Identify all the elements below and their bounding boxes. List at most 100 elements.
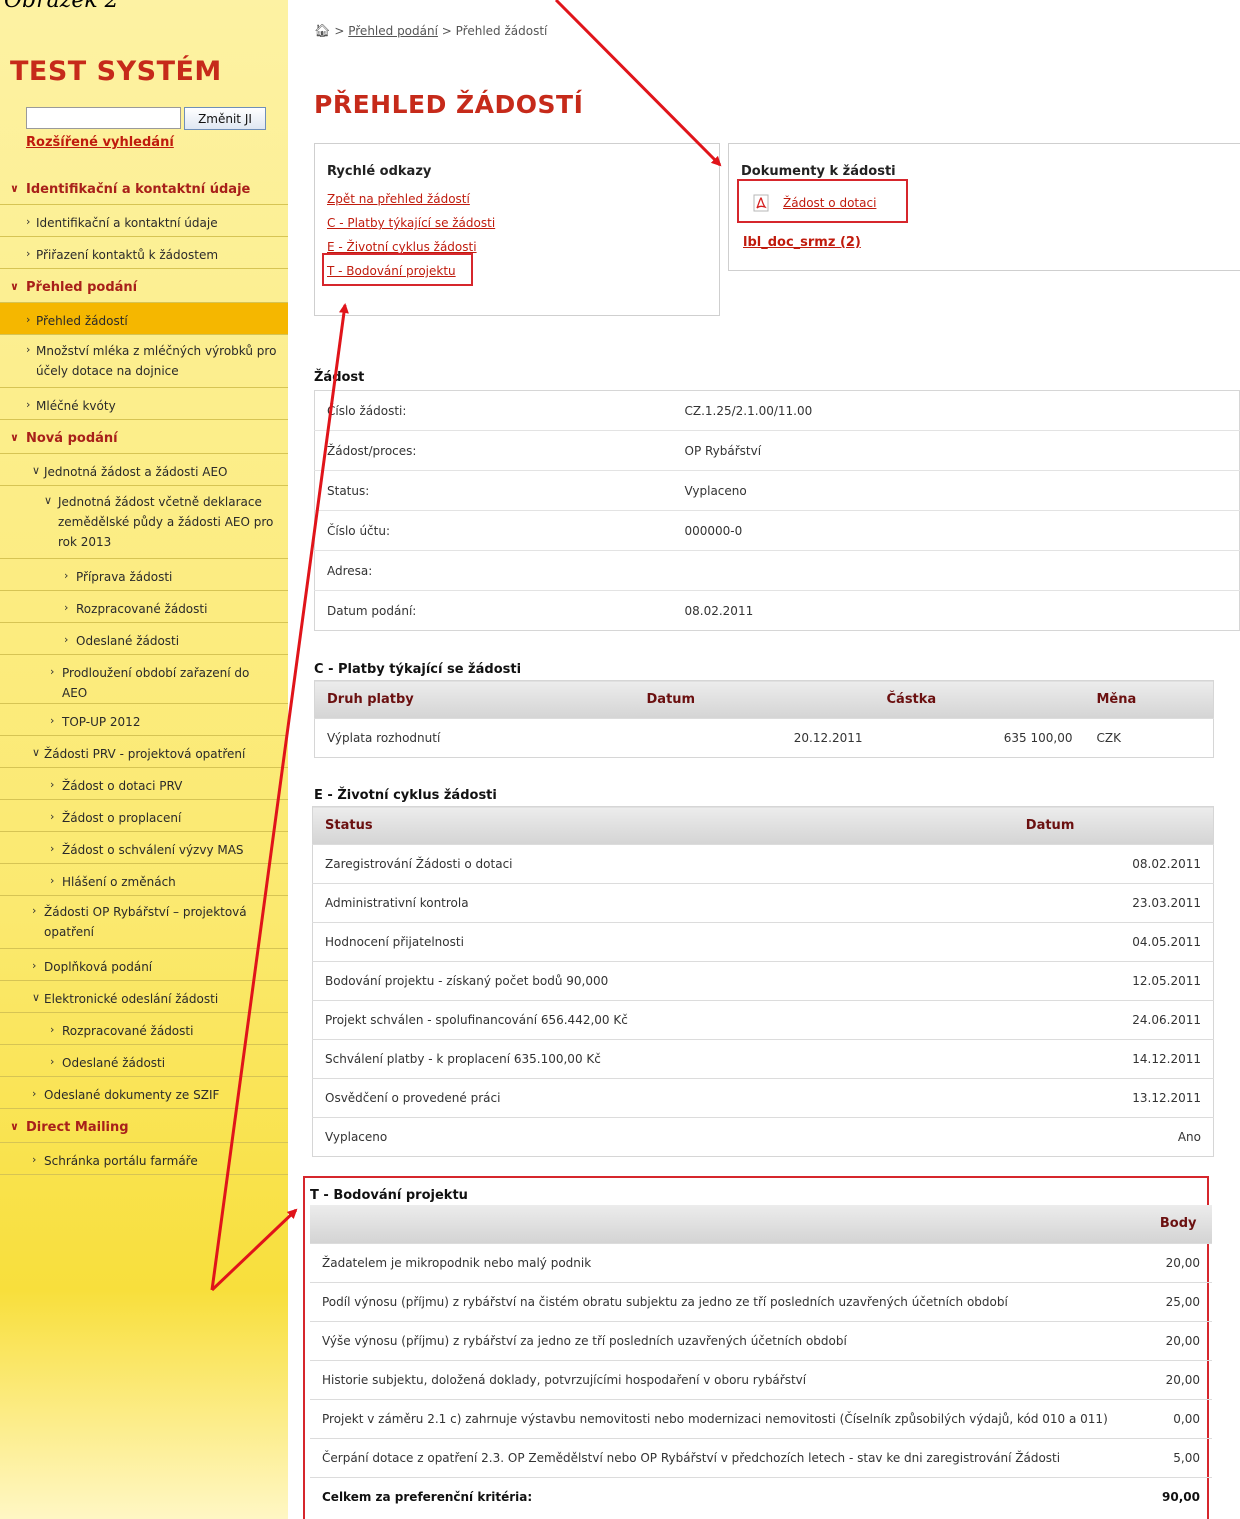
advanced-search-link[interactable]: Rozšířené vyhledání bbox=[26, 135, 174, 150]
lifecycle-section-title: E - Životní cyklus žádosti bbox=[314, 788, 497, 803]
nav-item-label: Direct Mailing bbox=[26, 1120, 129, 1135]
lifecycle-date: 14.12.2011 bbox=[1013, 1039, 1214, 1079]
nav-item-label: Odeslané žádosti bbox=[76, 634, 180, 648]
change-ji-button[interactable]: Změnit JI bbox=[184, 107, 266, 130]
nav-item-label: Přiřazení kontaktů k žádostem bbox=[36, 248, 219, 262]
chevron-right-icon: › bbox=[50, 842, 55, 855]
chevron-right-icon: › bbox=[50, 1023, 55, 1036]
nav-item-label: Mléčné kvóty bbox=[36, 399, 116, 413]
chevron-down-icon: ∨ bbox=[10, 1120, 19, 1133]
payment-type: Výplata rozhodnutí bbox=[314, 718, 635, 758]
chevron-down-icon: ∨ bbox=[10, 182, 19, 195]
nav-item-label: Identifikační a kontaktní údaje bbox=[36, 216, 218, 230]
nav-item[interactable]: ∨ Elektronické odeslání žádosti bbox=[0, 981, 288, 1013]
lifecycle-date: 08.02.2011 bbox=[1013, 844, 1214, 884]
home-icon[interactable]: 🏠︎ bbox=[314, 24, 331, 39]
table-row: Výplata rozhodnutí 20.12.2011 635 100,00 CZ… bbox=[314, 718, 1214, 758]
detail-label: Číslo účtu: bbox=[314, 510, 673, 551]
scoring-points: 20,00 bbox=[1147, 1359, 1212, 1399]
nav-item[interactable]: › Schránka portálu farmáře bbox=[0, 1143, 288, 1175]
chevron-right-icon: › bbox=[50, 874, 55, 887]
table-row: Schválení platby - k proplacení 635.100,… bbox=[312, 1039, 1214, 1079]
scoring-criterion: Projekt v záměru 2.1 c) zahrnuje výstavb… bbox=[310, 1398, 1148, 1438]
nav-item[interactable]: › Příprava žádosti bbox=[0, 559, 288, 591]
chevron-down-icon: ∨ bbox=[44, 494, 53, 507]
quick-link-payments[interactable]: C - Platby týkající se žádosti bbox=[327, 211, 495, 235]
nav-section[interactable]: ∨ Nová podání bbox=[0, 420, 288, 454]
payments-header-amount: Částka bbox=[874, 680, 1085, 719]
table-row: Osvědčení o provedené práci 13.12.2011 bbox=[312, 1078, 1214, 1118]
breadcrumb-level2: Přehled žádostí bbox=[455, 24, 548, 38]
nav-item[interactable]: › Rozpracované žádosti bbox=[0, 591, 288, 623]
nav-item-label: Prodloužení období zařazení do AEO bbox=[62, 666, 250, 700]
nav-item-label: Elektronické odeslání žádosti bbox=[44, 992, 219, 1006]
nav-item[interactable]: › Přiřazení kontaktů k žádostem bbox=[0, 237, 288, 269]
table-row: Výše výnosu (příjmu) z rybářství za jedn… bbox=[310, 1320, 1212, 1360]
scoring-criterion: Čerpání dotace z opatření 2.3. OP Zemědě… bbox=[310, 1437, 1148, 1477]
detail-value: OP Rybářství bbox=[672, 430, 1240, 471]
nav-item[interactable]: › Žádost o proplacení bbox=[0, 800, 288, 832]
scoring-section-title: T - Bodování projektu bbox=[310, 1188, 468, 1203]
nav-item[interactable]: › Odeslané žádosti bbox=[0, 623, 288, 655]
nav-item-label: Rozpracované žádosti bbox=[76, 602, 208, 616]
breadcrumb-separator: > bbox=[334, 24, 345, 38]
detail-label: Žádost/proces: bbox=[314, 430, 673, 471]
system-title: TEST SYSTÉM bbox=[10, 56, 222, 87]
nav-item[interactable]: › Množství mléka z mléčných výrobků pro ú… bbox=[0, 335, 288, 388]
nav-item[interactable]: › Žádost o dotaci PRV bbox=[0, 768, 288, 800]
nav-item[interactable]: › Mléčné kvóty bbox=[0, 388, 288, 420]
nav-item[interactable]: › Žádosti OP Rybářství – projektová opatř… bbox=[0, 896, 288, 949]
lifecycle-header-date: Datum bbox=[1013, 806, 1214, 845]
lifecycle-status: Bodování projektu - získaný počet bodů 9… bbox=[312, 961, 1014, 1001]
nav-item[interactable]: ∨ Jednotná žádost včetně deklarace zemědě… bbox=[0, 486, 288, 559]
nav-item[interactable]: ∨ Jednotná žádost a žádosti AEO bbox=[0, 454, 288, 486]
chevron-right-icon: › bbox=[50, 714, 55, 727]
table-row: Projekt v záměru 2.1 c) zahrnuje výstavb… bbox=[310, 1398, 1212, 1438]
nav-item-label: Žádost o proplacení bbox=[62, 811, 182, 825]
table-row: Podíl výnosu (příjmu) z rybářství na čis… bbox=[310, 1281, 1212, 1321]
payments-header-type: Druh platby bbox=[314, 680, 635, 719]
request-detail-table: Číslo žádosti: CZ.1.25/2.1.00/11.00 Žádost… bbox=[314, 390, 1240, 631]
chevron-right-icon: › bbox=[32, 904, 37, 917]
chevron-right-icon: › bbox=[32, 959, 37, 972]
payment-date: 20.12.2011 bbox=[634, 718, 875, 758]
search-input[interactable] bbox=[26, 107, 181, 129]
nav-item[interactable]: › Prodloužení období zařazení do AEO bbox=[0, 655, 288, 704]
chevron-down-icon: ∨ bbox=[10, 280, 19, 293]
scoring-total-label: Celkem za preferenční kritéria: bbox=[310, 1476, 1148, 1516]
nav-item[interactable]: › Žádost o schválení výzvy MAS bbox=[0, 832, 288, 864]
nav-section[interactable]: ∨ Direct Mailing bbox=[0, 1109, 288, 1143]
documents-panel: Dokumenty k žádosti Žádost o dotaci lbl_… bbox=[728, 143, 1240, 271]
table-row: Hodnocení přijatelnosti 04.05.2011 bbox=[312, 922, 1214, 962]
nav-item[interactable]: › Odeslané žádosti bbox=[0, 1045, 288, 1077]
quick-link-back[interactable]: Zpět na přehled žádostí bbox=[327, 187, 495, 211]
nav-item[interactable]: › Rozpracované žádosti bbox=[0, 1013, 288, 1045]
nav-item[interactable]: ∨ Žádosti PRV - projektová opatření bbox=[0, 736, 288, 768]
payments-table: Druh platby Datum Částka Měna Výplata ro… bbox=[314, 680, 1214, 758]
lifecycle-date: 12.05.2011 bbox=[1013, 961, 1214, 1001]
figure-caption: Obrázek 2 bbox=[4, 0, 119, 13]
nav-item-label: Jednotná žádost a žádosti AEO bbox=[44, 465, 228, 479]
quick-links-title: Rychlé odkazy bbox=[327, 164, 432, 179]
lifecycle-status: Vyplaceno bbox=[312, 1117, 1014, 1157]
breadcrumb-level1[interactable]: Přehled podání bbox=[348, 24, 438, 38]
lifecycle-date: 23.03.2011 bbox=[1013, 883, 1214, 923]
chevron-right-icon: › bbox=[64, 601, 69, 614]
detail-value: 000000-0 bbox=[672, 510, 1240, 551]
lifecycle-table: Status Datum Zaregistrování Žádosti o do… bbox=[312, 806, 1214, 1157]
nav-item[interactable]: › Identifikační a kontaktní údaje bbox=[0, 205, 288, 237]
nav-item-label: Množství mléka z mléčných výrobků pro úč… bbox=[36, 344, 277, 378]
chevron-right-icon: › bbox=[26, 247, 31, 260]
lifecycle-status: Administrativní kontrola bbox=[312, 883, 1014, 923]
doc-srmz-link[interactable]: lbl_doc_srmz (2) bbox=[743, 235, 861, 250]
nav-item[interactable]: › Přehled žádostí bbox=[0, 303, 288, 335]
nav-item[interactable]: › Hlášení o změnách bbox=[0, 864, 288, 896]
scoring-header-points: Body bbox=[1147, 1205, 1212, 1243]
payments-section-title: C - Platby týkající se žádosti bbox=[314, 662, 522, 677]
nav-item[interactable]: › Doplňková podání bbox=[0, 949, 288, 981]
nav-item[interactable]: › TOP-UP 2012 bbox=[0, 704, 288, 736]
nav-section[interactable]: ∨ Přehled podání bbox=[0, 269, 288, 303]
nav-item[interactable]: › Odeslané dokumenty ze SZIF bbox=[0, 1077, 288, 1109]
nav-section[interactable]: ∨ Identifikační a kontaktní údaje bbox=[0, 171, 288, 205]
detail-value bbox=[672, 550, 1240, 591]
